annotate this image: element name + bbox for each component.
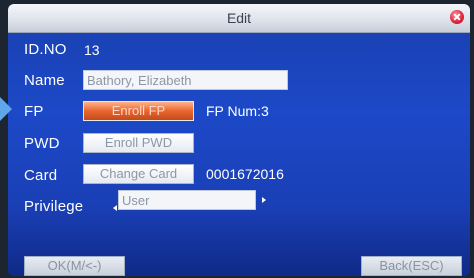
- left-arrow-icon[interactable]: [113, 205, 117, 211]
- enroll-pwd-button[interactable]: Enroll PWD: [83, 133, 194, 153]
- title-bar: Edit: [8, 4, 470, 33]
- card-label: Card: [24, 167, 58, 184]
- right-arrow-icon[interactable]: [262, 197, 266, 203]
- change-card-button[interactable]: Change Card: [83, 164, 194, 184]
- close-icon[interactable]: [450, 10, 464, 24]
- edit-window: Edit ID.NO 13 Name Bathory, Elizabeth FP…: [8, 4, 470, 276]
- back-button[interactable]: Back(ESC): [361, 256, 462, 276]
- pwd-label: PWD: [24, 135, 60, 152]
- card-number: 0001672016: [206, 166, 284, 182]
- fp-count: FP Num:3: [206, 103, 269, 119]
- enroll-fp-button[interactable]: Enroll FP: [83, 101, 194, 121]
- pointer-arrow-icon: [0, 97, 12, 121]
- id-label: ID.NO: [24, 41, 67, 58]
- fp-label: FP: [24, 103, 44, 120]
- ok-button[interactable]: OK(M/<-): [24, 256, 125, 276]
- name-label: Name: [24, 72, 65, 89]
- window-title: Edit: [226, 10, 252, 26]
- screen: Edit ID.NO 13 Name Bathory, Elizabeth FP…: [0, 0, 474, 278]
- id-value: 13: [84, 42, 100, 58]
- name-field[interactable]: Bathory, Elizabeth: [83, 70, 288, 90]
- privilege-label: Privilege: [24, 198, 84, 215]
- privilege-select[interactable]: User: [118, 190, 256, 210]
